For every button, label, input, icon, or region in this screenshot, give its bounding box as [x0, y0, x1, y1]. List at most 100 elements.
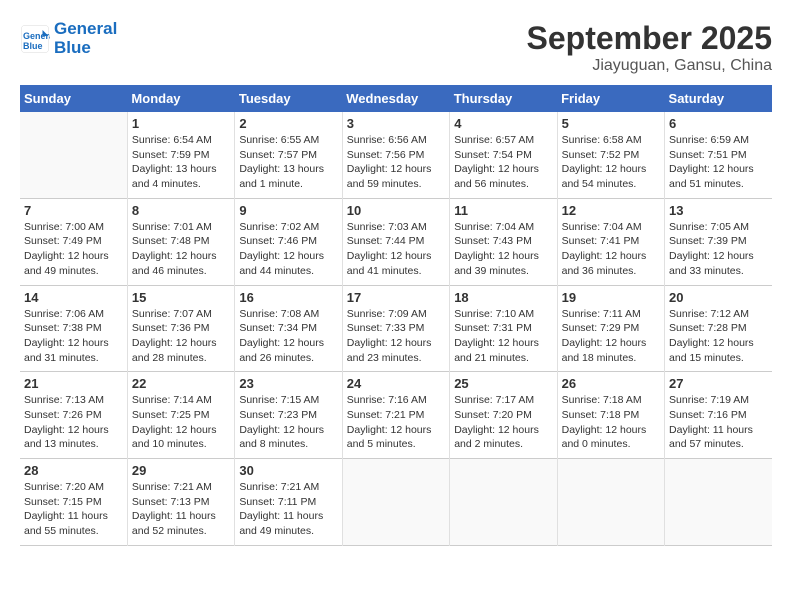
calendar-cell: 12Sunrise: 7:04 AM Sunset: 7:41 PM Dayli…	[557, 198, 664, 285]
day-info: Sunrise: 6:58 AM Sunset: 7:52 PM Dayligh…	[562, 133, 660, 192]
calendar-cell: 10Sunrise: 7:03 AM Sunset: 7:44 PM Dayli…	[342, 198, 449, 285]
day-number: 20	[669, 290, 768, 305]
logo-icon: General Blue	[20, 24, 50, 54]
calendar-cell: 26 Sunrise: 7:18 AM Sunset: 7:18 PM Dayli…	[557, 372, 664, 459]
day-number: 5	[562, 116, 660, 131]
day-info: Sunrise: 7:14 AM Sunset: 7:25 PM Dayligh…	[132, 393, 230, 452]
day-number: 21	[24, 376, 123, 391]
svg-text:Blue: Blue	[23, 40, 43, 50]
day-number: 28	[24, 463, 123, 478]
day-number: 22	[132, 376, 230, 391]
week-row-2: 7 Sunrise: 7:00 AM Sunset: 7:49 PM Daylig…	[20, 198, 772, 285]
logo: General Blue General Blue	[20, 20, 117, 57]
day-info: Sunrise: 7:18 AM Sunset: 7:18 PM Dayligh…	[562, 393, 660, 452]
day-number: 2	[239, 116, 337, 131]
day-number: 17	[347, 290, 445, 305]
day-header-saturday: Saturday	[665, 85, 772, 112]
calendar-cell	[665, 459, 772, 546]
calendar-cell: 27 Sunrise: 7:19 AM Sunset: 7:16 PM Dayli…	[665, 372, 772, 459]
day-header-monday: Monday	[127, 85, 234, 112]
day-info: Sunrise: 7:21 AM Sunset: 7:11 PM Dayligh…	[239, 480, 337, 539]
calendar-cell: 2 Sunrise: 6:55 AM Sunset: 7:57 PM Daylig…	[235, 112, 342, 198]
calendar-cell: 25 Sunrise: 7:17 AM Sunset: 7:20 PM Dayli…	[450, 372, 557, 459]
logo-text-blue: Blue	[54, 39, 117, 58]
day-number: 18	[454, 290, 552, 305]
calendar-title: September 2025	[527, 20, 772, 57]
calendar-cell: 23Sunrise: 7:15 AM Sunset: 7:23 PM Dayli…	[235, 372, 342, 459]
calendar-cell: 24Sunrise: 7:16 AM Sunset: 7:21 PM Dayli…	[342, 372, 449, 459]
day-number: 11	[454, 203, 552, 218]
calendar-cell: 11 Sunrise: 7:04 AM Sunset: 7:43 PM Dayli…	[450, 198, 557, 285]
day-number: 6	[669, 116, 768, 131]
calendar-table: SundayMondayTuesdayWednesdayThursdayFrid…	[20, 85, 772, 546]
day-number: 19	[562, 290, 660, 305]
day-info: Sunrise: 7:21 AM Sunset: 7:13 PM Dayligh…	[132, 480, 230, 539]
calendar-cell	[20, 112, 127, 198]
day-info: Sunrise: 7:04 AM Sunset: 7:43 PM Dayligh…	[454, 220, 552, 279]
day-number: 13	[669, 203, 768, 218]
calendar-cell: 14 Sunrise: 7:06 AM Sunset: 7:38 PM Dayli…	[20, 285, 127, 372]
day-header-tuesday: Tuesday	[235, 85, 342, 112]
calendar-cell: 13 Sunrise: 7:05 AM Sunset: 7:39 PM Dayli…	[665, 198, 772, 285]
calendar-cell: 30 Sunrise: 7:21 AM Sunset: 7:11 PM Dayli…	[235, 459, 342, 546]
day-info: Sunrise: 7:17 AM Sunset: 7:20 PM Dayligh…	[454, 393, 552, 452]
calendar-cell: 29Sunrise: 7:21 AM Sunset: 7:13 PM Dayli…	[127, 459, 234, 546]
day-info: Sunrise: 7:12 AM Sunset: 7:28 PM Dayligh…	[669, 307, 768, 366]
day-number: 30	[239, 463, 337, 478]
calendar-cell: 9 Sunrise: 7:02 AM Sunset: 7:46 PM Daylig…	[235, 198, 342, 285]
calendar-cell	[450, 459, 557, 546]
day-header-wednesday: Wednesday	[342, 85, 449, 112]
day-info: Sunrise: 6:55 AM Sunset: 7:57 PM Dayligh…	[239, 133, 337, 192]
calendar-cell: 16 Sunrise: 7:08 AM Sunset: 7:34 PM Dayli…	[235, 285, 342, 372]
day-number: 26	[562, 376, 660, 391]
day-info: Sunrise: 7:02 AM Sunset: 7:46 PM Dayligh…	[239, 220, 337, 279]
calendar-cell: 15Sunrise: 7:07 AM Sunset: 7:36 PM Dayli…	[127, 285, 234, 372]
day-info: Sunrise: 7:06 AM Sunset: 7:38 PM Dayligh…	[24, 307, 123, 366]
calendar-cell: 3Sunrise: 6:56 AM Sunset: 7:56 PM Daylig…	[342, 112, 449, 198]
calendar-cell: 7 Sunrise: 7:00 AM Sunset: 7:49 PM Daylig…	[20, 198, 127, 285]
week-row-3: 14 Sunrise: 7:06 AM Sunset: 7:38 PM Dayli…	[20, 285, 772, 372]
calendar-cell: 18 Sunrise: 7:10 AM Sunset: 7:31 PM Dayli…	[450, 285, 557, 372]
calendar-cell: 6 Sunrise: 6:59 AM Sunset: 7:51 PM Daylig…	[665, 112, 772, 198]
day-number: 7	[24, 203, 123, 218]
day-info: Sunrise: 6:59 AM Sunset: 7:51 PM Dayligh…	[669, 133, 768, 192]
calendar-cell: 17 Sunrise: 7:09 AM Sunset: 7:33 PM Dayli…	[342, 285, 449, 372]
day-number: 12	[562, 203, 660, 218]
calendar-cell	[557, 459, 664, 546]
calendar-cell: 22 Sunrise: 7:14 AM Sunset: 7:25 PM Dayli…	[127, 372, 234, 459]
day-number: 27	[669, 376, 768, 391]
day-info: Sunrise: 7:10 AM Sunset: 7:31 PM Dayligh…	[454, 307, 552, 366]
day-info: Sunrise: 7:00 AM Sunset: 7:49 PM Dayligh…	[24, 220, 123, 279]
title-block: September 2025 Jiayuguan, Gansu, China	[527, 20, 772, 75]
day-info: Sunrise: 7:20 AM Sunset: 7:15 PM Dayligh…	[24, 480, 123, 539]
day-info: Sunrise: 7:09 AM Sunset: 7:33 PM Dayligh…	[347, 307, 445, 366]
day-header-thursday: Thursday	[450, 85, 557, 112]
day-info: Sunrise: 6:57 AM Sunset: 7:54 PM Dayligh…	[454, 133, 552, 192]
page-header: General Blue General Blue September 2025…	[20, 20, 772, 75]
day-info: Sunrise: 7:15 AM Sunset: 7:23 PM Dayligh…	[239, 393, 337, 452]
day-info: Sunrise: 7:07 AM Sunset: 7:36 PM Dayligh…	[132, 307, 230, 366]
calendar-cell: 20 Sunrise: 7:12 AM Sunset: 7:28 PM Dayli…	[665, 285, 772, 372]
calendar-cell: 5 Sunrise: 6:58 AM Sunset: 7:52 PM Daylig…	[557, 112, 664, 198]
calendar-cell: 21Sunrise: 7:13 AM Sunset: 7:26 PM Dayli…	[20, 372, 127, 459]
calendar-cell	[342, 459, 449, 546]
calendar-cell: 8Sunrise: 7:01 AM Sunset: 7:48 PM Daylig…	[127, 198, 234, 285]
day-number: 16	[239, 290, 337, 305]
day-info: Sunrise: 7:03 AM Sunset: 7:44 PM Dayligh…	[347, 220, 445, 279]
day-info: Sunrise: 7:01 AM Sunset: 7:48 PM Dayligh…	[132, 220, 230, 279]
day-number: 9	[239, 203, 337, 218]
week-row-5: 28 Sunrise: 7:20 AM Sunset: 7:15 PM Dayli…	[20, 459, 772, 546]
day-info: Sunrise: 7:19 AM Sunset: 7:16 PM Dayligh…	[669, 393, 768, 452]
calendar-cell: 28 Sunrise: 7:20 AM Sunset: 7:15 PM Dayli…	[20, 459, 127, 546]
day-info: Sunrise: 7:05 AM Sunset: 7:39 PM Dayligh…	[669, 220, 768, 279]
day-number: 25	[454, 376, 552, 391]
logo-text-general: General	[54, 20, 117, 39]
day-header-friday: Friday	[557, 85, 664, 112]
day-info: Sunrise: 7:08 AM Sunset: 7:34 PM Dayligh…	[239, 307, 337, 366]
week-row-4: 21Sunrise: 7:13 AM Sunset: 7:26 PM Dayli…	[20, 372, 772, 459]
day-header-row: SundayMondayTuesdayWednesdayThursdayFrid…	[20, 85, 772, 112]
day-info: Sunrise: 6:54 AM Sunset: 7:59 PM Dayligh…	[132, 133, 230, 192]
day-number: 14	[24, 290, 123, 305]
day-number: 1	[132, 116, 230, 131]
day-info: Sunrise: 7:16 AM Sunset: 7:21 PM Dayligh…	[347, 393, 445, 452]
